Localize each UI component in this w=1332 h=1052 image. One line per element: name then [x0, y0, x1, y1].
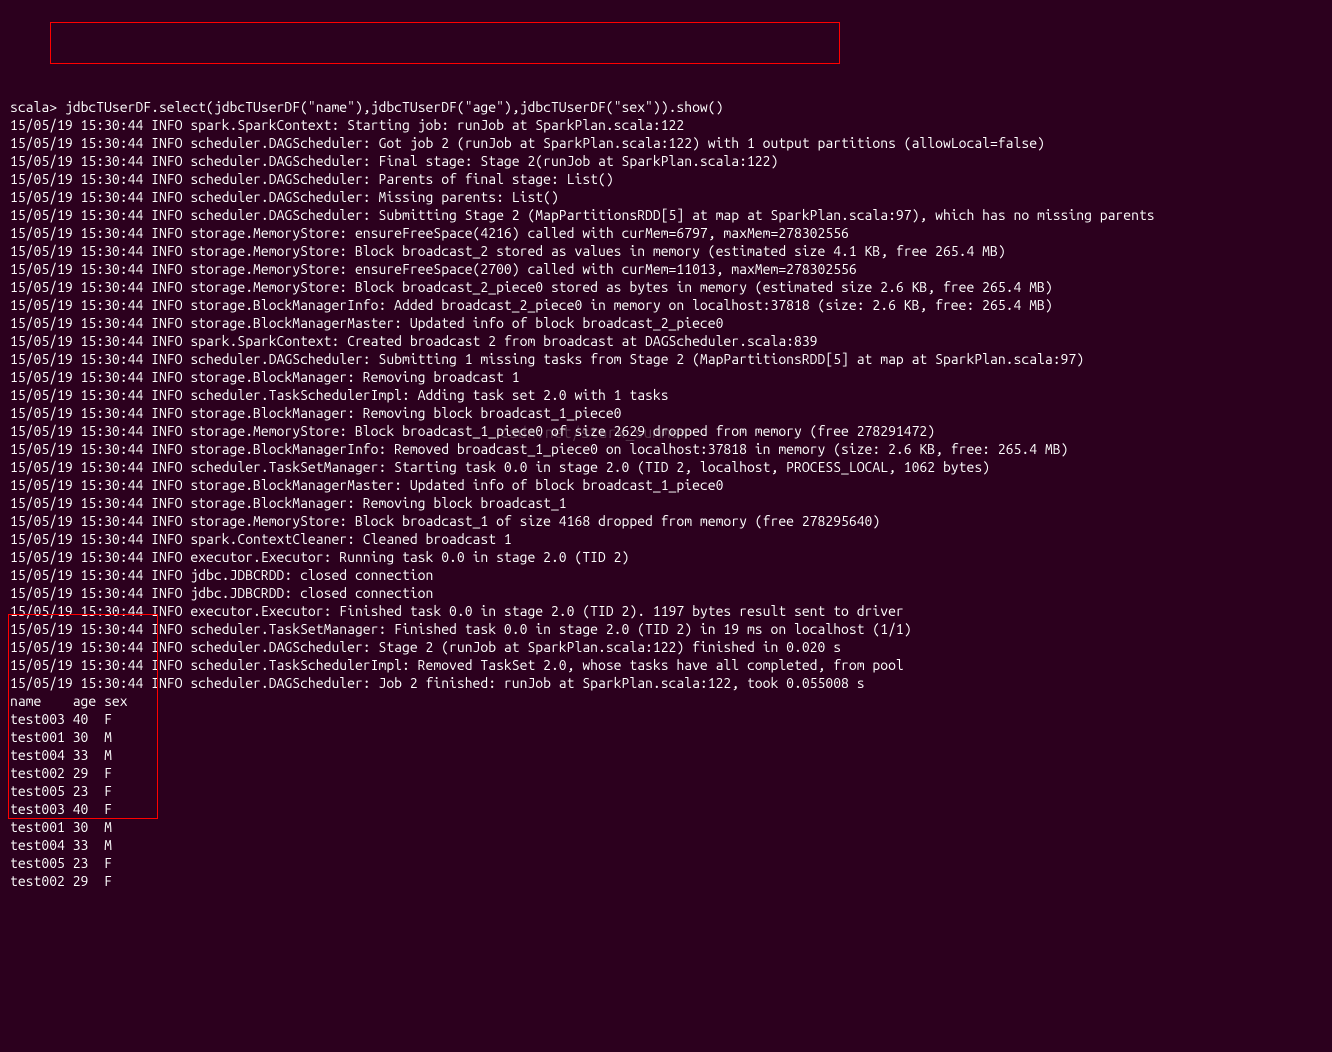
log-line: 15/05/19 15:30:44 INFO storage.BlockMana…: [10, 314, 1322, 332]
terminal-output[interactable]: scala> jdbcTUserDF.select(jdbcTUserDF("n…: [10, 80, 1322, 890]
table-row: test002 29 F: [10, 764, 1322, 782]
log-line: 15/05/19 15:30:44 INFO spark.SparkContex…: [10, 116, 1322, 134]
log-line: 15/05/19 15:30:44 INFO jdbc.JDBCRDD: clo…: [10, 566, 1322, 584]
command-text: jdbcTUserDF.select(jdbcTUserDF("name"),j…: [65, 99, 724, 115]
log-line: 15/05/19 15:30:44 INFO scheduler.DAGSche…: [10, 170, 1322, 188]
log-line: 15/05/19 15:30:44 INFO storage.BlockMana…: [10, 440, 1322, 458]
log-line: 15/05/19 15:30:44 INFO storage.MemorySto…: [10, 512, 1322, 530]
log-line: 15/05/19 15:30:44 INFO spark.ContextClea…: [10, 530, 1322, 548]
log-line: 15/05/19 15:30:44 INFO scheduler.DAGSche…: [10, 638, 1322, 656]
log-line: 15/05/19 15:30:44 INFO scheduler.DAGSche…: [10, 188, 1322, 206]
table-row: test003 40 F: [10, 800, 1322, 818]
log-line: 15/05/19 15:30:44 INFO storage.BlockMana…: [10, 476, 1322, 494]
table-header: name age sex: [10, 692, 1322, 710]
log-line: 15/05/19 15:30:44 INFO scheduler.DAGSche…: [10, 134, 1322, 152]
log-line: 15/05/19 15:30:44 INFO storage.BlockMana…: [10, 296, 1322, 314]
log-line: 15/05/19 15:30:44 INFO scheduler.TaskSch…: [10, 656, 1322, 674]
table-row: test005 23 F: [10, 782, 1322, 800]
log-line: 15/05/19 15:30:44 INFO scheduler.DAGSche…: [10, 206, 1322, 224]
log-line: 15/05/19 15:30:44 INFO storage.BlockMana…: [10, 494, 1322, 512]
log-output: 15/05/19 15:30:44 INFO spark.SparkContex…: [10, 116, 1322, 692]
table-row: test002 29 F: [10, 872, 1322, 890]
table-row: test005 23 F: [10, 854, 1322, 872]
log-line: 15/05/19 15:30:44 INFO spark.SparkContex…: [10, 332, 1322, 350]
terminal-blank-line: [10, 80, 1322, 98]
table-row: test003 40 F: [10, 710, 1322, 728]
log-line: 15/05/19 15:30:44 INFO executor.Executor…: [10, 548, 1322, 566]
log-line: 15/05/19 15:30:44 INFO scheduler.DAGSche…: [10, 152, 1322, 170]
log-line: 15/05/19 15:30:44 INFO scheduler.DAGSche…: [10, 350, 1322, 368]
prompt-line: scala> jdbcTUserDF.select(jdbcTUserDF("n…: [10, 98, 1322, 116]
log-line: 15/05/19 15:30:44 INFO scheduler.TaskSet…: [10, 458, 1322, 476]
table-row: test004 33 M: [10, 836, 1322, 854]
log-line: 15/05/19 15:30:44 INFO storage.MemorySto…: [10, 278, 1322, 296]
log-line: 15/05/19 15:30:44 INFO executor.Executor…: [10, 602, 1322, 620]
table-row: test001 30 M: [10, 728, 1322, 746]
table-row: test001 30 M: [10, 818, 1322, 836]
log-line: 15/05/19 15:30:44 INFO scheduler.DAGSche…: [10, 674, 1322, 692]
log-line: 15/05/19 15:30:44 INFO storage.BlockMana…: [10, 368, 1322, 386]
table-rows: test003 40 F test001 30 M test004 33 M t…: [10, 710, 1322, 890]
log-line: 15/05/19 15:30:44 INFO storage.MemorySto…: [10, 224, 1322, 242]
table-row: test004 33 M: [10, 746, 1322, 764]
log-line: 15/05/19 15:30:44 INFO jdbc.JDBCRDD: clo…: [10, 584, 1322, 602]
prompt-prefix: scala>: [10, 99, 65, 115]
log-line: 15/05/19 15:30:44 INFO storage.MemorySto…: [10, 260, 1322, 278]
highlight-box-command: [50, 22, 840, 64]
log-line: 15/05/19 15:30:44 INFO storage.BlockMana…: [10, 404, 1322, 422]
log-line: 15/05/19 15:30:44 INFO storage.MemorySto…: [10, 242, 1322, 260]
log-line: 15/05/19 15:30:44 INFO scheduler.TaskSet…: [10, 620, 1322, 638]
log-line: 15/05/19 15:30:44 INFO storage.MemorySto…: [10, 422, 1322, 440]
log-line: 15/05/19 15:30:44 INFO scheduler.TaskSch…: [10, 386, 1322, 404]
